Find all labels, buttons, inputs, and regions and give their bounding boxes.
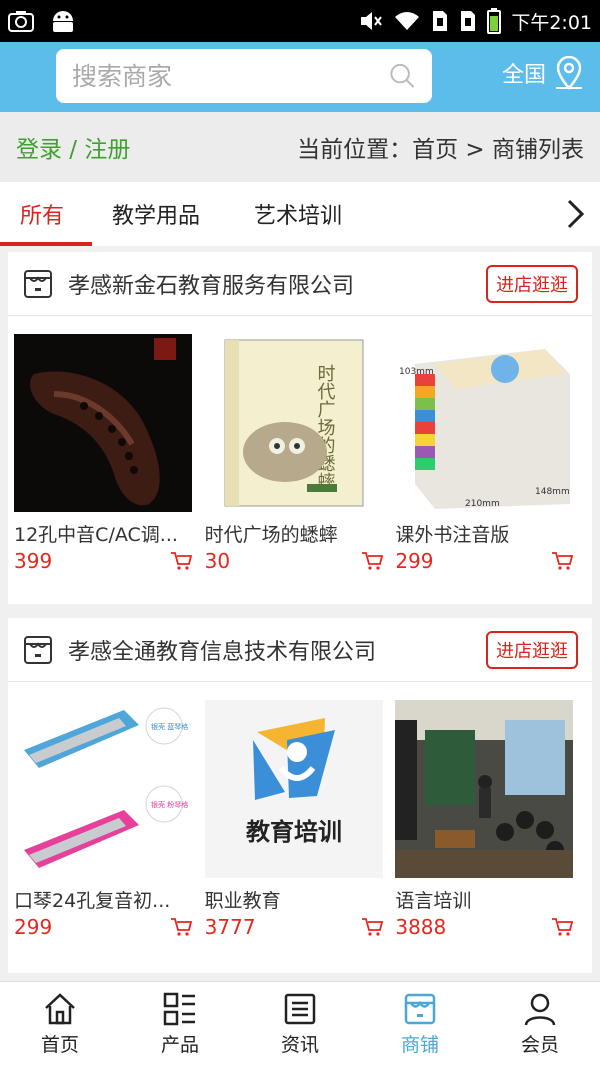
chevron-right-icon[interactable]	[564, 198, 586, 230]
search-icon[interactable]	[389, 59, 416, 93]
product-name: 口琴24孔复音初...	[14, 890, 171, 912]
nav-stores[interactable]: 商铺	[360, 982, 480, 1067]
nav-label: 产品	[160, 1034, 199, 1056]
battery-icon	[487, 8, 502, 34]
harmonica-tag: 银壳 粉琴格	[151, 800, 188, 809]
nav-products[interactable]: 产品	[120, 982, 240, 1067]
mute-icon	[359, 10, 383, 32]
region-label: 全国	[501, 63, 546, 88]
cart-icon[interactable]	[551, 917, 574, 937]
tab-art-training[interactable]: 艺术培训	[254, 182, 342, 246]
product-image-harmonica[interactable]: 银壳 蓝琴格 银壳 粉琴格	[14, 700, 192, 878]
cart-icon[interactable]	[551, 551, 574, 571]
tab-teaching-supplies[interactable]: 教学用品	[112, 182, 200, 246]
store-header: 孝感新金石教育服务有限公司 进店逛逛	[8, 252, 592, 316]
nav-member[interactable]: 会员	[480, 982, 600, 1067]
store-card: 孝感新金石教育服务有限公司 进店逛逛 12孔中音C/AC调... 399 时代广…	[8, 252, 592, 604]
product-price: 399	[14, 549, 53, 573]
nav-home[interactable]: 首页	[0, 982, 120, 1067]
product-item[interactable]: 时代广场的蟋蟀 时代广场的蟋蟀 30	[204, 334, 396, 573]
region-selector[interactable]: 全国	[502, 56, 584, 90]
cart-icon[interactable]	[361, 917, 383, 937]
cart-icon[interactable]	[170, 917, 192, 937]
store-icon	[404, 993, 436, 1025]
visit-store-button[interactable]: 进店逛逛	[486, 264, 578, 303]
product-item[interactable]: 语言培训 3888	[395, 700, 586, 939]
category-tabs: 所有 教学用品 艺术培训	[0, 182, 600, 246]
product-image-book-cricket[interactable]: 时代广场的蟋蟀	[204, 334, 383, 512]
search-box[interactable]	[56, 49, 432, 103]
store-name: 孝感全通教育信息技术有限公司	[68, 639, 377, 665]
product-name: 12孔中音C/AC调...	[14, 524, 178, 546]
store-card: 孝感全通教育信息技术有限公司 进店逛逛 银壳 蓝琴格 银壳 粉琴格 口琴24孔复…	[8, 618, 592, 973]
product-price: 299	[14, 915, 53, 939]
nav-label: 商铺	[400, 1034, 439, 1056]
tab-label: 艺术培训	[254, 204, 343, 229]
product-name: 语言培训	[395, 890, 472, 912]
sim2-icon	[459, 9, 477, 33]
dimension-label: 103mm	[399, 367, 434, 377]
product-price: 30	[204, 549, 231, 573]
store-header: 孝感全通教育信息技术有限公司 进店逛逛	[8, 618, 592, 682]
book-cover-title: 时代广场的蟋蟀	[314, 364, 335, 490]
product-list: 银壳 蓝琴格 银壳 粉琴格 口琴24孔复音初... 299 教育培训 职业教育 …	[8, 682, 592, 939]
grid-list-icon	[163, 992, 195, 1026]
status-bar: 下午2:01	[0, 0, 600, 42]
cart-icon[interactable]	[170, 551, 192, 571]
screenshot-icon	[8, 10, 34, 32]
nav-news[interactable]: 资讯	[240, 982, 360, 1067]
nav-label: 资讯	[280, 1034, 319, 1056]
bottom-nav: 首页 产品 资讯 商铺 会员	[0, 981, 600, 1067]
logo-text: 教育培训	[246, 818, 342, 846]
sim1-icon	[431, 9, 449, 33]
login-register-link[interactable]: 登录 / 注册	[16, 130, 130, 164]
breadcrumb: 当前位置：首页 > 商铺列表	[297, 137, 584, 163]
product-name: 职业教育	[204, 890, 281, 912]
news-icon	[284, 993, 316, 1025]
tab-all[interactable]: 所有	[0, 182, 93, 246]
visit-store-button[interactable]: 进店逛逛	[486, 630, 578, 669]
product-item[interactable]: 银壳 蓝琴格 银壳 粉琴格 口琴24孔复音初... 299	[14, 700, 205, 939]
product-item[interactable]: 103mm 210mm 148mm 课外书注音版 299	[395, 334, 586, 573]
store-icon	[24, 269, 52, 298]
product-price: 3888	[395, 915, 447, 939]
android-icon	[50, 9, 76, 33]
product-image-education-logo[interactable]: 教育培训	[204, 700, 383, 878]
product-image-ocarina[interactable]	[14, 334, 192, 512]
product-item[interactable]: 教育培训 职业教育 3777	[204, 700, 396, 939]
product-item[interactable]: 12孔中音C/AC调... 399	[14, 334, 205, 573]
nav-label: 会员	[520, 1034, 559, 1056]
tab-label: 所有	[20, 204, 65, 229]
product-price: 299	[395, 549, 434, 573]
product-name: 时代广场的蟋蟀	[204, 524, 338, 546]
product-list: 12孔中音C/AC调... 399 时代广场的蟋蟀 时代广场的蟋蟀 30 103…	[8, 316, 592, 573]
product-name: 课外书注音版	[395, 524, 510, 546]
search-input[interactable]	[72, 61, 389, 91]
nav-label: 首页	[40, 1034, 79, 1056]
breadcrumb-bar: 登录 / 注册 当前位置：首页 > 商铺列表	[0, 112, 600, 182]
user-icon	[524, 993, 556, 1026]
product-price: 3777	[204, 915, 256, 939]
wifi-icon	[393, 10, 421, 32]
dimension-label: 148mm	[535, 487, 570, 497]
top-bar: 全国	[0, 42, 600, 112]
cart-icon[interactable]	[361, 551, 383, 571]
dimension-label: 210mm	[465, 499, 500, 509]
home-icon	[45, 993, 75, 1025]
store-icon	[24, 635, 52, 664]
store-name: 孝感新金石教育服务有限公司	[68, 273, 355, 299]
location-pin-icon	[556, 56, 582, 90]
status-time: 下午2:01	[511, 11, 592, 34]
product-image-classroom[interactable]	[395, 700, 574, 878]
tab-label: 教学用品	[112, 204, 201, 229]
harmonica-tag: 银壳 蓝琴格	[151, 722, 188, 731]
product-image-book-stack[interactable]: 103mm 210mm 148mm	[395, 334, 574, 512]
